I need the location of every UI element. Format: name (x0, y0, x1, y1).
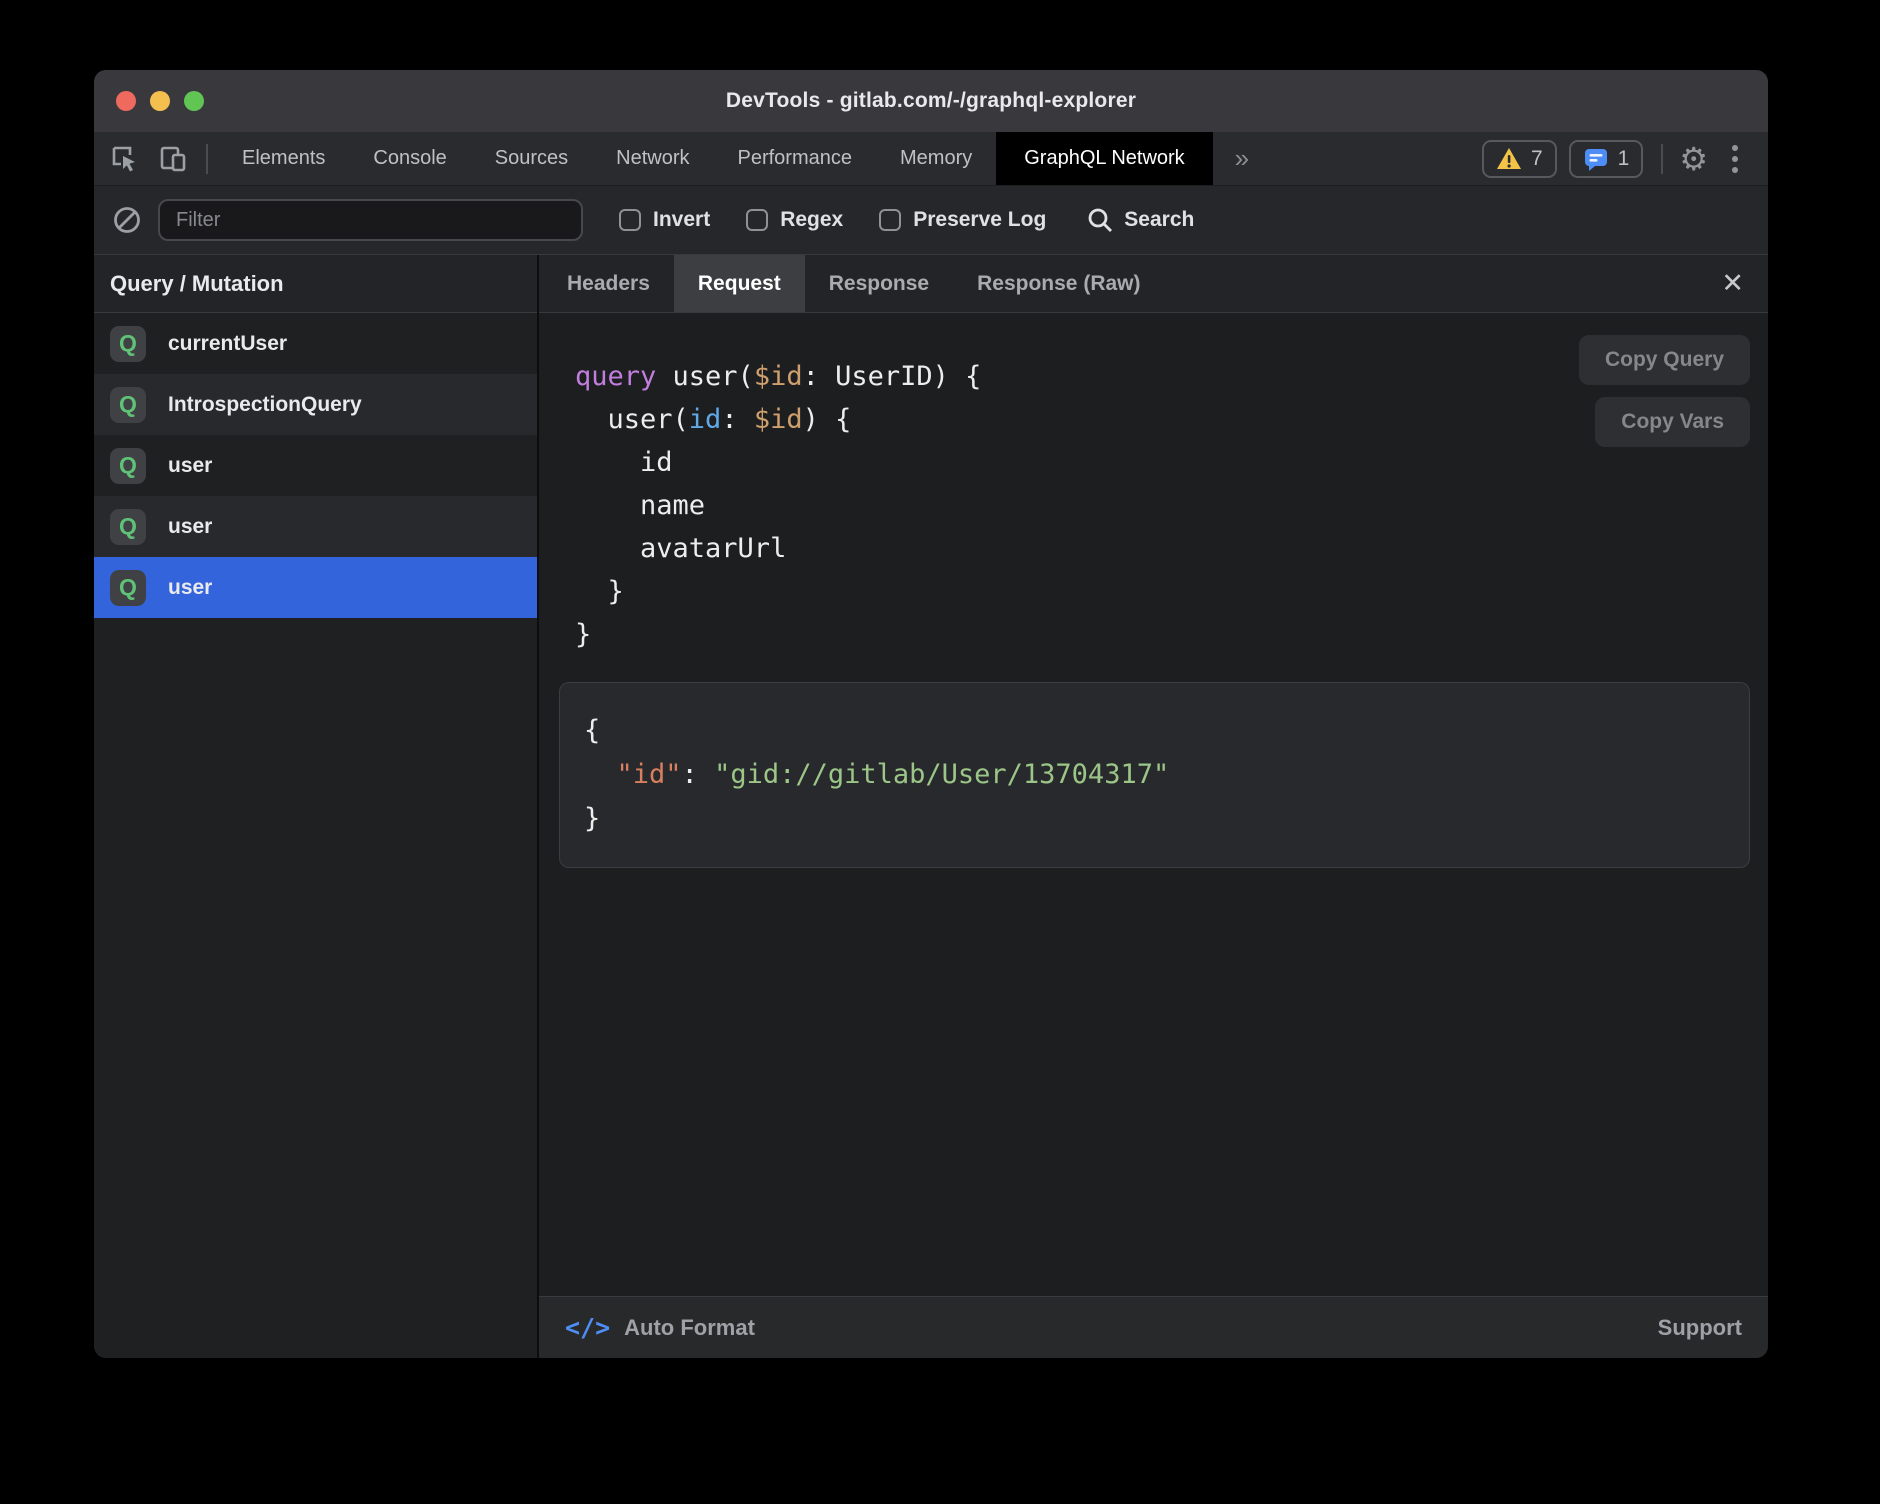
request-content: query user($id: UserID) { user(id: $id) … (539, 313, 1768, 1296)
list-item-user-3-selected[interactable]: Q user (94, 557, 537, 618)
tab-graphql-network[interactable]: GraphQL Network (996, 132, 1212, 185)
more-tabs-chevron-icon[interactable]: » (1213, 132, 1271, 185)
auto-format-button[interactable]: </> Auto Format (565, 1313, 755, 1342)
checkbox-label: Preserve Log (913, 208, 1046, 232)
warning-icon (1496, 147, 1522, 171)
filter-input[interactable] (158, 199, 583, 241)
detail-tab-strip: Headers Request Response Response (Raw) … (539, 255, 1768, 313)
auto-format-label: Auto Format (624, 1315, 755, 1341)
checkbox-label: Regex (780, 208, 843, 232)
toolbar-separator (206, 144, 208, 174)
title-bar: DevTools - gitlab.com/-/graphql-explorer (94, 70, 1768, 132)
query-type-badge: Q (110, 387, 146, 423)
devtools-window: DevTools - gitlab.com/-/graphql-explorer… (94, 70, 1768, 1358)
preserve-log-checkbox[interactable]: Preserve Log (879, 208, 1046, 232)
customize-menu-icon[interactable] (1732, 145, 1738, 173)
checkbox-box[interactable] (619, 209, 641, 231)
checkbox-box[interactable] (746, 209, 768, 231)
list-item-label: IntrospectionQuery (168, 393, 362, 417)
graphql-query-code: query user($id: UserID) { user(id: $id) … (575, 355, 1768, 656)
inspect-element-icon[interactable] (110, 144, 140, 174)
request-detail-panel: Headers Request Response Response (Raw) … (539, 255, 1768, 1358)
list-item-label: user (168, 454, 212, 478)
regex-checkbox[interactable]: Regex (746, 208, 843, 232)
tab-network[interactable]: Network (592, 132, 713, 185)
search-control[interactable]: Search (1086, 206, 1194, 234)
list-item-user-2[interactable]: Q user (94, 496, 537, 557)
list-item-user-1[interactable]: Q user (94, 435, 537, 496)
query-list-header: Query / Mutation (94, 255, 537, 313)
query-type-badge: Q (110, 509, 146, 545)
tab-headers[interactable]: Headers (543, 255, 674, 312)
devtools-tab-bar: Elements Console Sources Network Perform… (94, 132, 1768, 185)
tab-request[interactable]: Request (674, 255, 805, 312)
warnings-badge[interactable]: 7 (1482, 140, 1557, 178)
main-split: Query / Mutation Q currentUser Q Introsp… (94, 255, 1768, 1358)
checkbox-label: Invert (653, 208, 710, 232)
tab-performance[interactable]: Performance (714, 132, 877, 185)
copy-vars-button[interactable]: Copy Vars (1595, 397, 1750, 447)
issues-badge[interactable]: 1 (1569, 140, 1644, 178)
tab-memory[interactable]: Memory (876, 132, 996, 185)
tab-sources[interactable]: Sources (471, 132, 592, 185)
query-variables-box: { "id": "gid://gitlab/User/13704317"} (559, 682, 1750, 868)
settings-gear-icon[interactable]: ⚙ (1679, 143, 1708, 175)
search-label: Search (1124, 208, 1194, 232)
list-item-label: user (168, 515, 212, 539)
message-count: 1 (1618, 147, 1630, 171)
support-link[interactable]: Support (1658, 1315, 1742, 1341)
list-item-label: currentUser (168, 332, 287, 356)
query-type-badge: Q (110, 448, 146, 484)
close-detail-icon[interactable]: ✕ (1721, 270, 1744, 297)
tab-response[interactable]: Response (805, 255, 953, 312)
tab-console[interactable]: Console (349, 132, 470, 185)
list-item-introspectionQuery[interactable]: Q IntrospectionQuery (94, 374, 537, 435)
tab-elements[interactable]: Elements (218, 132, 349, 185)
window-title: DevTools - gitlab.com/-/graphql-explorer (94, 89, 1768, 113)
search-icon (1086, 206, 1114, 234)
tab-response-raw[interactable]: Response (Raw) (953, 255, 1164, 312)
query-type-badge: Q (110, 570, 146, 606)
invert-checkbox[interactable]: Invert (619, 208, 710, 232)
filter-bar: Invert Regex Preserve Log Search (94, 185, 1768, 255)
query-list-panel: Query / Mutation Q currentUser Q Introsp… (94, 255, 537, 1358)
message-icon (1583, 147, 1609, 171)
copy-query-button[interactable]: Copy Query (1579, 335, 1750, 385)
checkbox-box[interactable] (879, 209, 901, 231)
clear-filter-icon[interactable] (112, 205, 142, 235)
toolbar-separator (1661, 144, 1663, 174)
list-item-currentUser[interactable]: Q currentUser (94, 313, 537, 374)
list-item-label: user (168, 576, 212, 600)
code-format-icon: </> (565, 1313, 610, 1342)
device-toolbar-icon[interactable] (158, 144, 188, 174)
warning-count: 7 (1531, 147, 1543, 171)
status-bar: </> Auto Format Support (539, 1296, 1768, 1358)
query-type-badge: Q (110, 326, 146, 362)
